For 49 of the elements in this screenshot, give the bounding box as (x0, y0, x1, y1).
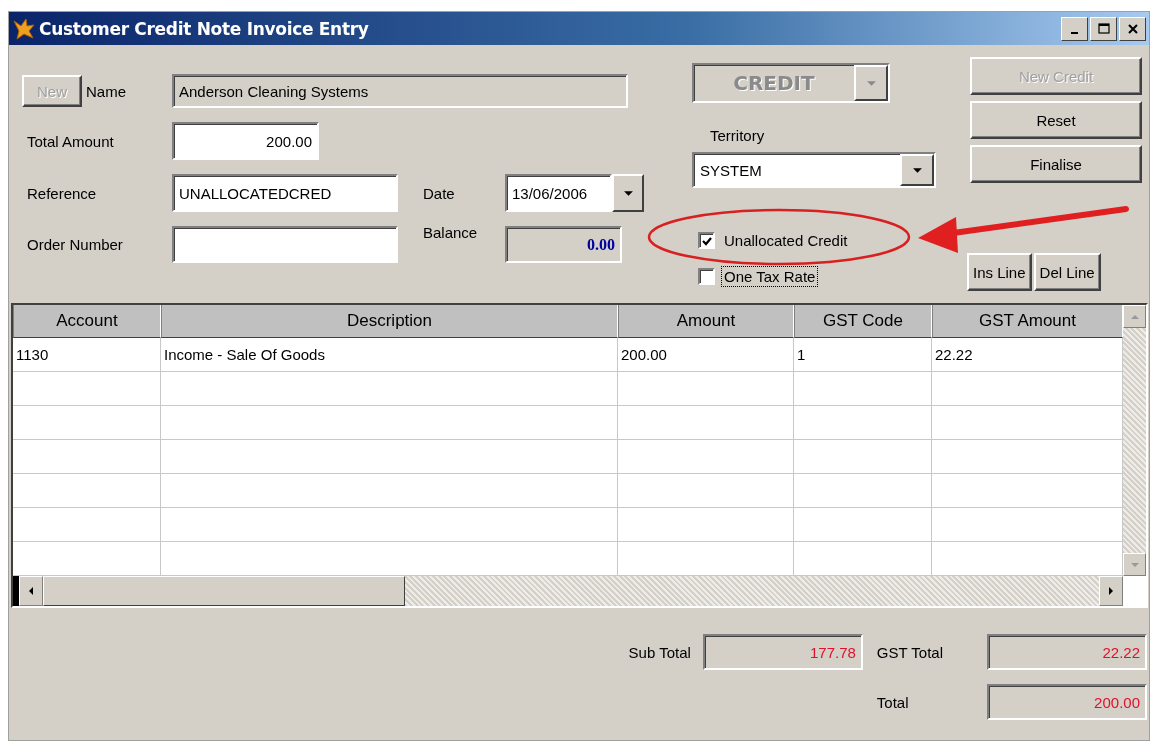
checkbox-label: One Tax Rate (721, 266, 819, 287)
balance-field: 0.00 (505, 226, 622, 263)
close-button[interactable] (1119, 16, 1146, 41)
field-label: GST Total (876, 643, 943, 661)
horizontal-scrollbar[interactable] (13, 576, 1146, 606)
minimize-button[interactable] (1061, 16, 1088, 41)
action-button[interactable]: Reset (970, 101, 1142, 139)
table-cell: 200.00 (618, 338, 794, 372)
scroll-thumb[interactable] (43, 576, 405, 606)
checkbox[interactable] (698, 232, 715, 249)
table-cell: 1130 (13, 338, 161, 372)
column-header[interactable]: Account (13, 305, 161, 338)
column-header[interactable]: Description (161, 305, 618, 338)
minimize-icon (1071, 31, 1078, 34)
dropdown-button[interactable] (612, 174, 644, 212)
field-label: Sub Total (628, 643, 691, 661)
reference-field[interactable]: UNALLOCATEDCRED (172, 174, 398, 212)
field-label: Total Amount (26, 132, 115, 150)
territory-combo[interactable]: SYSTEM (692, 152, 936, 188)
total-field: 22.22 (987, 634, 1147, 670)
action-button[interactable]: Finalise (970, 145, 1142, 183)
order-number-field[interactable] (172, 226, 398, 263)
amount-field[interactable]: 200.00 (172, 122, 319, 160)
row-indicator (13, 576, 19, 606)
line-button[interactable]: Ins Line (967, 253, 1032, 291)
field-label: Name (86, 82, 126, 100)
field-label: Reference (26, 184, 98, 202)
logo-icon (12, 16, 36, 41)
column-header[interactable]: Amount (618, 305, 794, 338)
column-header[interactable]: GST Amount (932, 305, 1123, 338)
field-label: Order Number (26, 236, 124, 253)
field-label: Balance (422, 224, 479, 241)
column-header[interactable]: GST Code (794, 305, 932, 338)
total-field: 200.00 (987, 684, 1147, 720)
scroll-right-icon[interactable] (1106, 586, 1116, 596)
checkbox[interactable] (698, 268, 715, 285)
total-field: 177.78 (702, 634, 863, 670)
close-icon (1125, 21, 1140, 36)
field-label: Total (876, 693, 910, 711)
field-label: Territory (710, 127, 766, 144)
field-label: Date (422, 184, 456, 202)
maximize-icon (1096, 21, 1111, 36)
window-title: Customer Credit Note Invoice Entry (39, 18, 370, 39)
checkbox-label: Unallocated Credit (723, 231, 849, 251)
table-cell: 1 (794, 338, 932, 372)
maximize-button[interactable] (1090, 16, 1117, 41)
table-cell: Income - Sale Of Goods (161, 338, 618, 372)
line-button[interactable]: Del Line (1033, 253, 1101, 291)
date-field[interactable]: 13/06/2006 (505, 174, 612, 212)
